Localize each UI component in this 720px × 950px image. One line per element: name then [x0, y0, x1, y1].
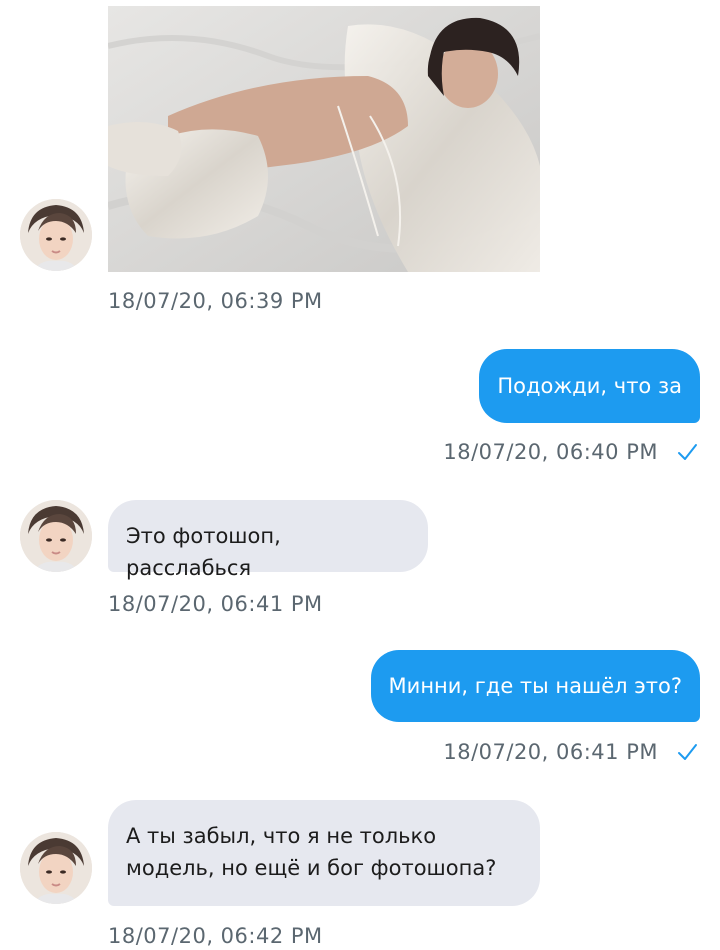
check-icon [678, 744, 697, 760]
incoming-message-bubble[interactable]: А ты забыл, что я не только модель, но е… [108, 800, 540, 906]
shared-photo[interactable] [108, 6, 540, 272]
avatar-portrait-icon [20, 500, 92, 572]
outgoing-message-bubble[interactable]: Подожди, что за [479, 349, 700, 423]
contact-avatar[interactable] [20, 832, 92, 904]
outgoing-message-bubble[interactable]: Минни, где ты нашёл это? [370, 650, 700, 722]
outgoing-timestamp-row: 18/07/20, 06:41 PM [443, 740, 698, 764]
check-icon [678, 444, 697, 460]
incoming-message-bubble[interactable]: Это фотошоп, расслабься [108, 500, 428, 580]
contact-avatar[interactable] [20, 199, 92, 271]
photo-image [108, 6, 540, 272]
message-timestamp: 18/07/20, 06:41 PM [443, 740, 658, 764]
contact-avatar[interactable] [20, 500, 92, 572]
avatar-portrait-icon [20, 199, 92, 271]
avatar-portrait-icon [20, 832, 92, 904]
message-timestamp: 18/07/20, 06:42 PM [108, 924, 323, 948]
message-timestamp: 18/07/20, 06:39 PM [108, 289, 323, 313]
message-timestamp: 18/07/20, 06:41 PM [108, 592, 323, 616]
dm-conversation: 18/07/20, 06:39 PM Подожди, что за 18/07… [0, 0, 720, 950]
message-timestamp: 18/07/20, 06:40 PM [443, 440, 658, 464]
outgoing-timestamp-row: 18/07/20, 06:40 PM [443, 440, 698, 464]
